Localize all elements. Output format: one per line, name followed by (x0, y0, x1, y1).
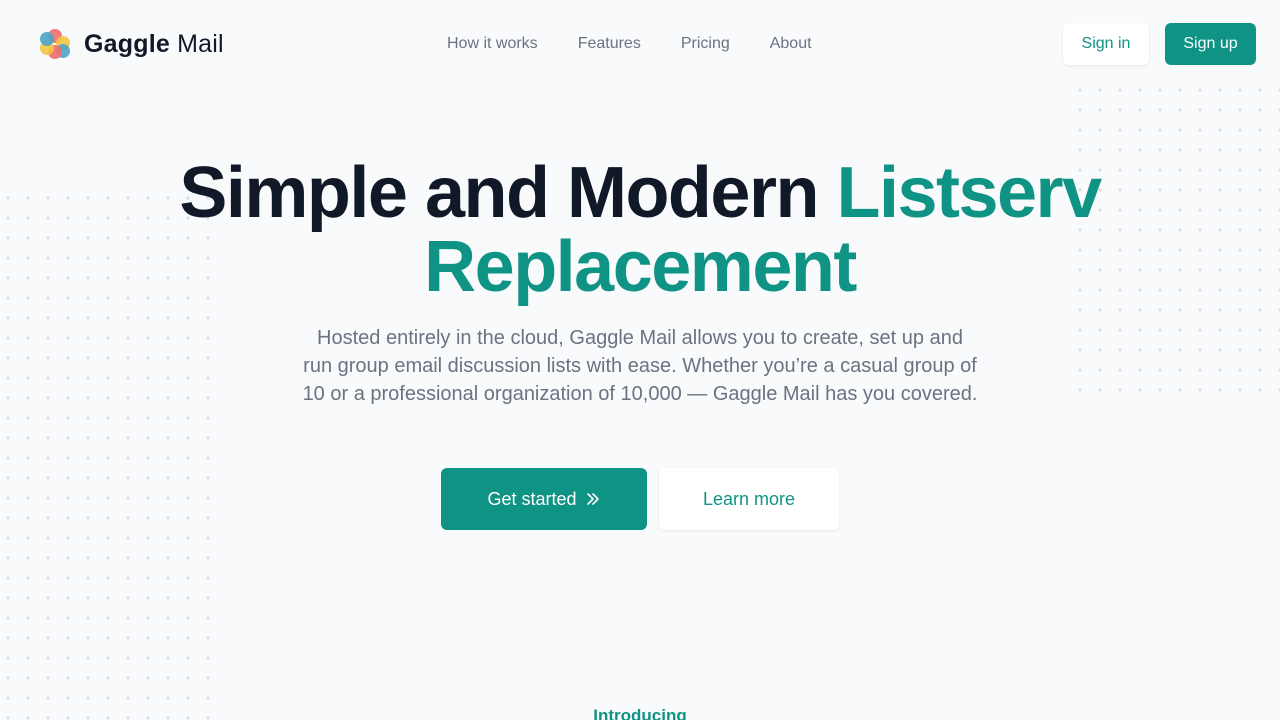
headline-accent-2: Replacement (424, 227, 857, 307)
get-started-label: Get started (487, 488, 577, 509)
brand-logo[interactable]: Gaggle Mail (40, 28, 224, 60)
headline-accent-1: Listserv (836, 153, 1102, 233)
sign-up-button[interactable]: Sign up (1165, 23, 1256, 65)
nav-link-features[interactable]: Features (578, 34, 641, 54)
hero-subtext: Hosted entirely in the cloud, Gaggle Mai… (302, 327, 978, 405)
nav-link-pricing[interactable]: Pricing (681, 34, 730, 54)
sign-in-button[interactable]: Sign in (1063, 23, 1149, 65)
double-chevron-right-icon (585, 491, 601, 507)
get-started-button[interactable]: Get started (441, 468, 647, 530)
section-eyebrow: Introducing (593, 706, 687, 720)
main-nav: How it works Features Pricing About (447, 34, 852, 54)
nav-link-how-it-works[interactable]: How it works (447, 34, 538, 54)
hero-headline: Simple and Modern Listserv Replacement (100, 156, 1180, 304)
landing-page: Gaggle Mail How it works Features Pricin… (0, 0, 1280, 720)
site-header: Gaggle Mail How it works Features Pricin… (0, 0, 1280, 88)
nav-link-about[interactable]: About (770, 34, 812, 54)
headline-dark: Simple and Modern (179, 153, 819, 233)
brand-name: Gaggle Mail (84, 29, 224, 58)
learn-more-button[interactable]: Learn more (659, 468, 839, 530)
gaggle-logo-icon (40, 29, 70, 59)
